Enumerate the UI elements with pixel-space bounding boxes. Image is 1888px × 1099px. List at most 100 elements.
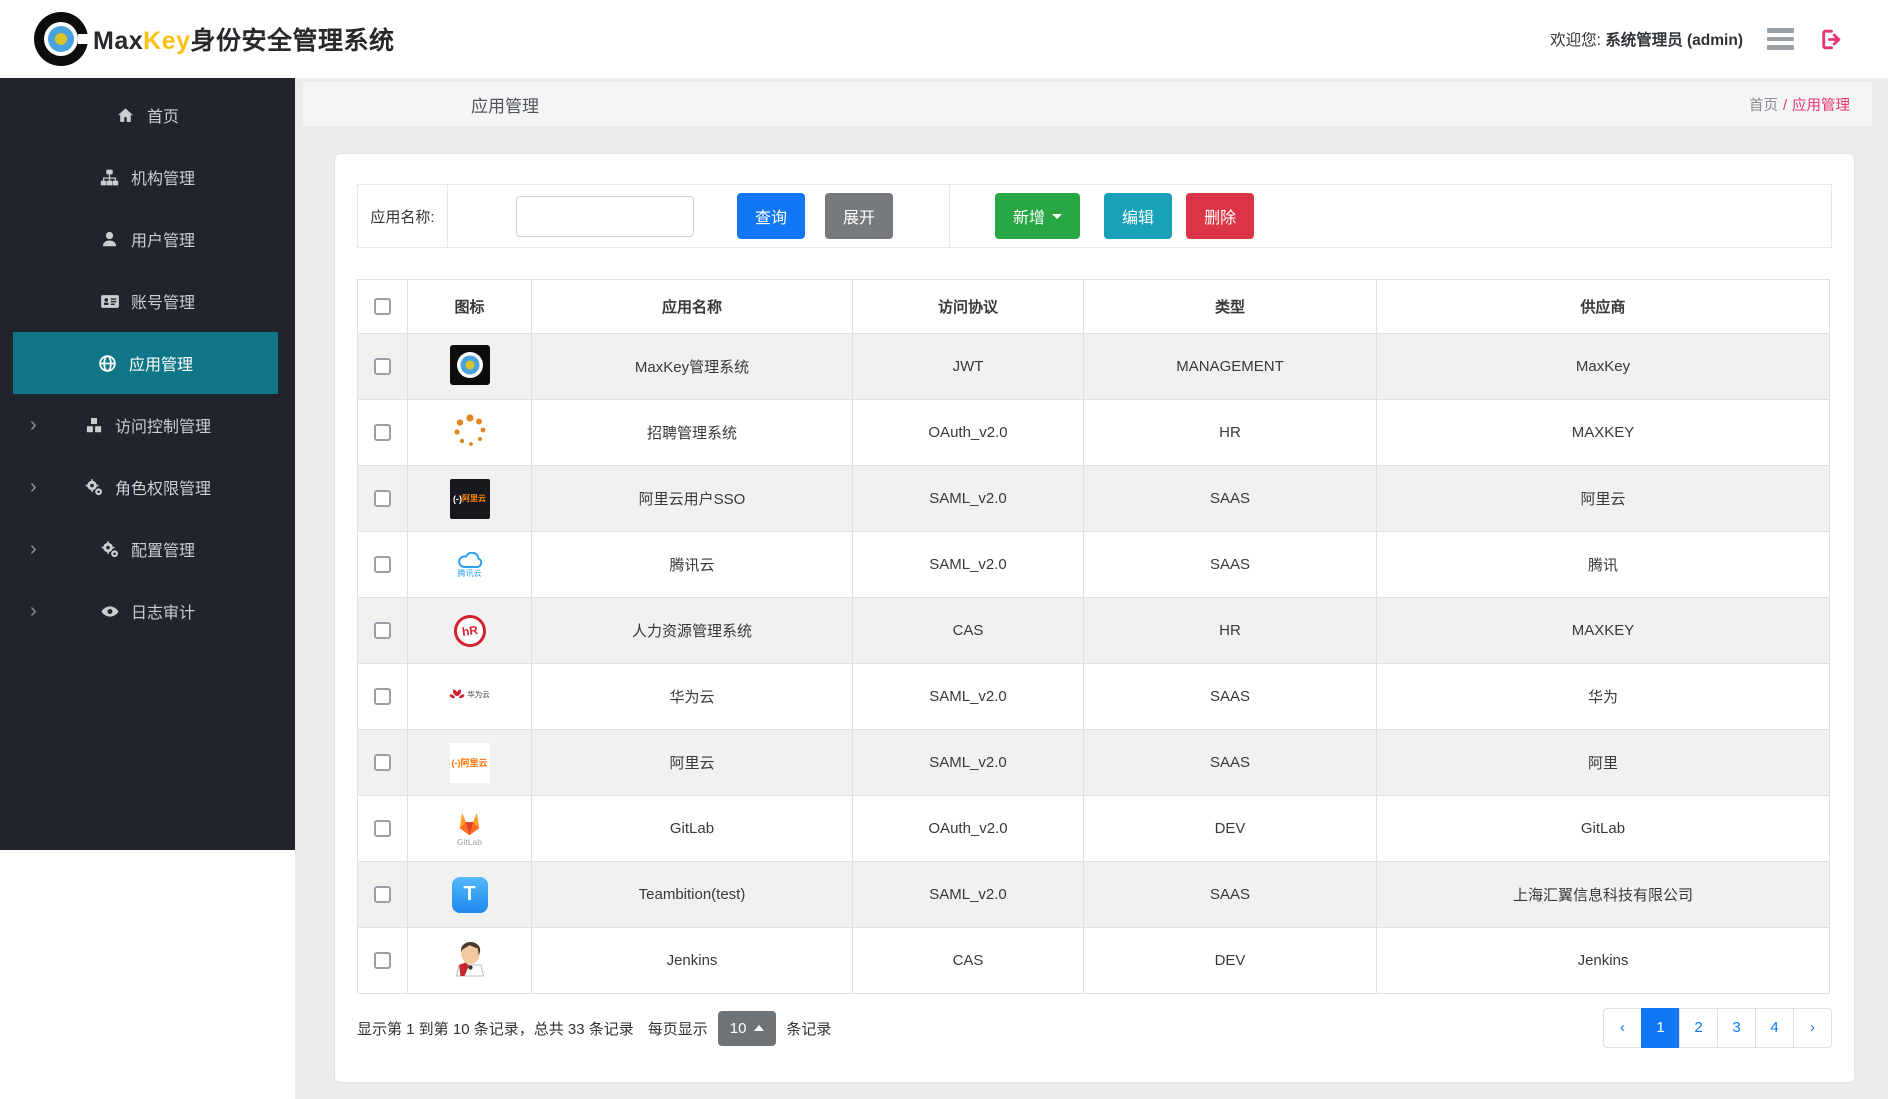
sidebar-item-org[interactable]: 机构管理 bbox=[0, 146, 295, 208]
maxkey-logo-icon bbox=[449, 344, 490, 385]
hr-system-icon: hR bbox=[451, 612, 488, 649]
eye-icon bbox=[100, 601, 120, 621]
cell-vendor: 阿里云 bbox=[1376, 465, 1830, 532]
cell-vendor: 华为 bbox=[1376, 663, 1830, 730]
table-row[interactable]: 腾讯云 腾讯云 SAML_v2.0 SAAS 腾讯 bbox=[357, 531, 1830, 598]
sidebar-item-home[interactable]: 首页 bbox=[0, 84, 295, 146]
chevron-right-icon: › bbox=[30, 600, 37, 622]
pagination-page-4[interactable]: 4 bbox=[1755, 1008, 1794, 1048]
sitemap-icon bbox=[100, 167, 120, 187]
pagination: ‹ 1 2 3 4 › bbox=[1603, 1008, 1832, 1048]
sidebar-item-label: 账号管理 bbox=[130, 295, 195, 312]
table-row[interactable]: hR 人力资源管理系统 CAS HR MAXKEY bbox=[357, 597, 1830, 664]
cell-type: HR bbox=[1083, 399, 1377, 466]
row-icon-cell: (-)阿里云 bbox=[407, 465, 532, 532]
sidebar-item-apps[interactable]: 应用管理 bbox=[13, 332, 278, 394]
edit-button[interactable]: 编辑 bbox=[1104, 193, 1173, 239]
cell-protocol: SAML_v2.0 bbox=[852, 663, 1084, 730]
pagination-page-3[interactable]: 3 bbox=[1717, 1008, 1756, 1048]
table-row[interactable]: T Teambition(test) SAML_v2.0 SAAS 上海汇翼信息科技有限… bbox=[357, 861, 1830, 928]
apps-table: 图标 应用名称 访问协议 类型 供应商 MaxKey管理系统 JWT MANAGEM… bbox=[357, 279, 1830, 994]
pagination-page-2[interactable]: 2 bbox=[1679, 1008, 1718, 1048]
recruit-dots-icon bbox=[452, 413, 488, 449]
row-checkbox[interactable] bbox=[374, 490, 391, 508]
row-checkbox[interactable] bbox=[374, 952, 391, 970]
records-info: 显示第 1 到第 10 条记录，总共 33 条记录 每页显示 10 条记录 bbox=[357, 1010, 831, 1046]
table-row[interactable]: Jenkins CAS DEV Jenkins bbox=[357, 927, 1830, 994]
row-checkbox[interactable] bbox=[374, 820, 391, 838]
sidebar-item-label: 配置管理 bbox=[130, 543, 195, 560]
expand-button[interactable]: 展开 bbox=[825, 193, 894, 239]
col-icon: 图标 bbox=[407, 279, 532, 334]
row-checkbox-cell bbox=[357, 399, 408, 466]
sidebar-item-label: 用户管理 bbox=[130, 233, 195, 250]
select-all-checkbox[interactable] bbox=[374, 298, 391, 316]
user-icon bbox=[100, 229, 120, 249]
row-checkbox[interactable] bbox=[374, 886, 391, 904]
cell-app-name: 腾讯云 bbox=[531, 531, 853, 598]
sidebar-item-roles[interactable]: › 角色权限管理 bbox=[0, 456, 295, 518]
cell-protocol: CAS bbox=[852, 927, 1084, 994]
cell-vendor: MaxKey bbox=[1376, 333, 1830, 400]
pagination-prev[interactable]: ‹ bbox=[1603, 1008, 1642, 1048]
delete-button[interactable]: 删除 bbox=[1186, 193, 1255, 239]
row-icon-cell bbox=[407, 927, 532, 994]
row-checkbox[interactable] bbox=[374, 754, 391, 772]
cell-app-name: 招聘管理系统 bbox=[531, 399, 853, 466]
row-checkbox[interactable] bbox=[374, 688, 391, 706]
cell-protocol: JWT bbox=[852, 333, 1084, 400]
row-checkbox[interactable] bbox=[374, 556, 391, 574]
toolbar-divider bbox=[949, 185, 951, 247]
row-checkbox-cell bbox=[357, 927, 408, 994]
cell-type: HR bbox=[1083, 597, 1377, 664]
sidebar-item-access-control[interactable]: › 访问控制管理 bbox=[0, 394, 295, 456]
table-row[interactable]: 华为云 华为云 SAML_v2.0 SAAS 华为 bbox=[357, 663, 1830, 730]
app-name-input[interactable] bbox=[516, 195, 694, 237]
row-checkbox[interactable] bbox=[374, 622, 391, 640]
breadcrumb-home-link[interactable]: 首页 bbox=[1749, 98, 1778, 114]
jenkins-icon bbox=[455, 940, 485, 977]
huawei-cloud-icon: 华为云 bbox=[449, 688, 490, 701]
breadcrumb: 首页 / 应用管理 bbox=[1749, 94, 1850, 115]
table-row[interactable]: (-)阿里云 阿里云 SAML_v2.0 SAAS 阿里 bbox=[357, 729, 1830, 796]
row-icon-cell: GitLab bbox=[407, 795, 532, 862]
table-footer: 显示第 1 到第 10 条记录，总共 33 条记录 每页显示 10 条记录 ‹ 1… bbox=[357, 1007, 1832, 1049]
cell-app-name: 阿里云用户SSO bbox=[531, 465, 853, 532]
sidebar-item-config[interactable]: › 配置管理 bbox=[0, 518, 295, 580]
query-button[interactable]: 查询 bbox=[737, 193, 806, 239]
page-titlebar: 应用管理 首页 / 应用管理 bbox=[303, 82, 1872, 126]
row-icon-cell: hR bbox=[407, 597, 532, 664]
add-button[interactable]: 新增 bbox=[995, 193, 1081, 239]
logout-icon[interactable] bbox=[1818, 27, 1844, 52]
sidebar-item-accounts[interactable]: 账号管理 bbox=[0, 270, 295, 332]
cell-protocol: OAuth_v2.0 bbox=[852, 795, 1084, 862]
top-header: MaxKey身份安全管理系统 欢迎您: 系统管理员 (admin) bbox=[0, 0, 1888, 78]
row-checkbox-cell bbox=[357, 663, 408, 730]
table-row[interactable]: MaxKey管理系统 JWT MANAGEMENT MaxKey bbox=[357, 333, 1830, 400]
sidebar-item-users[interactable]: 用户管理 bbox=[0, 208, 295, 270]
table-row[interactable]: 招聘管理系统 OAuth_v2.0 HR MAXKEY bbox=[357, 399, 1830, 466]
home-icon bbox=[116, 105, 136, 125]
per-page-label: 每页显示 bbox=[647, 1020, 708, 1038]
gears-icon bbox=[84, 477, 104, 497]
menu-toggle-icon[interactable] bbox=[1767, 24, 1794, 54]
row-checkbox[interactable] bbox=[374, 424, 391, 442]
sidebar-item-label: 角色权限管理 bbox=[114, 481, 211, 498]
page-size-dropdown[interactable]: 10 bbox=[717, 1010, 777, 1046]
cell-vendor: 上海汇翼信息科技有限公司 bbox=[1376, 861, 1830, 928]
row-icon-cell: T bbox=[407, 861, 532, 928]
table-row[interactable]: (-) 阿里云 阿里云用户SSO SAML_v2.0 SAAS 阿里云 bbox=[357, 465, 1830, 532]
pagination-page-1[interactable]: 1 bbox=[1641, 1008, 1680, 1048]
col-app-name: 应用名称 bbox=[531, 279, 853, 334]
row-icon-cell bbox=[407, 399, 532, 466]
pagination-next[interactable]: › bbox=[1793, 1008, 1832, 1048]
chevron-right-icon: › bbox=[30, 414, 37, 436]
row-checkbox[interactable] bbox=[374, 358, 391, 376]
sidebar-item-audit[interactable]: › 日志审计 bbox=[0, 580, 295, 642]
cell-vendor: 阿里 bbox=[1376, 729, 1830, 796]
cell-protocol: OAuth_v2.0 bbox=[852, 399, 1084, 466]
table-row[interactable]: GitLab GitLab OAuth_v2.0 DEV GitLab bbox=[357, 795, 1830, 862]
cell-protocol: SAML_v2.0 bbox=[852, 861, 1084, 928]
cell-app-name: GitLab bbox=[531, 795, 853, 862]
toolbar: 应用名称: 查询 展开 新增 编辑 删除 bbox=[357, 184, 1832, 248]
